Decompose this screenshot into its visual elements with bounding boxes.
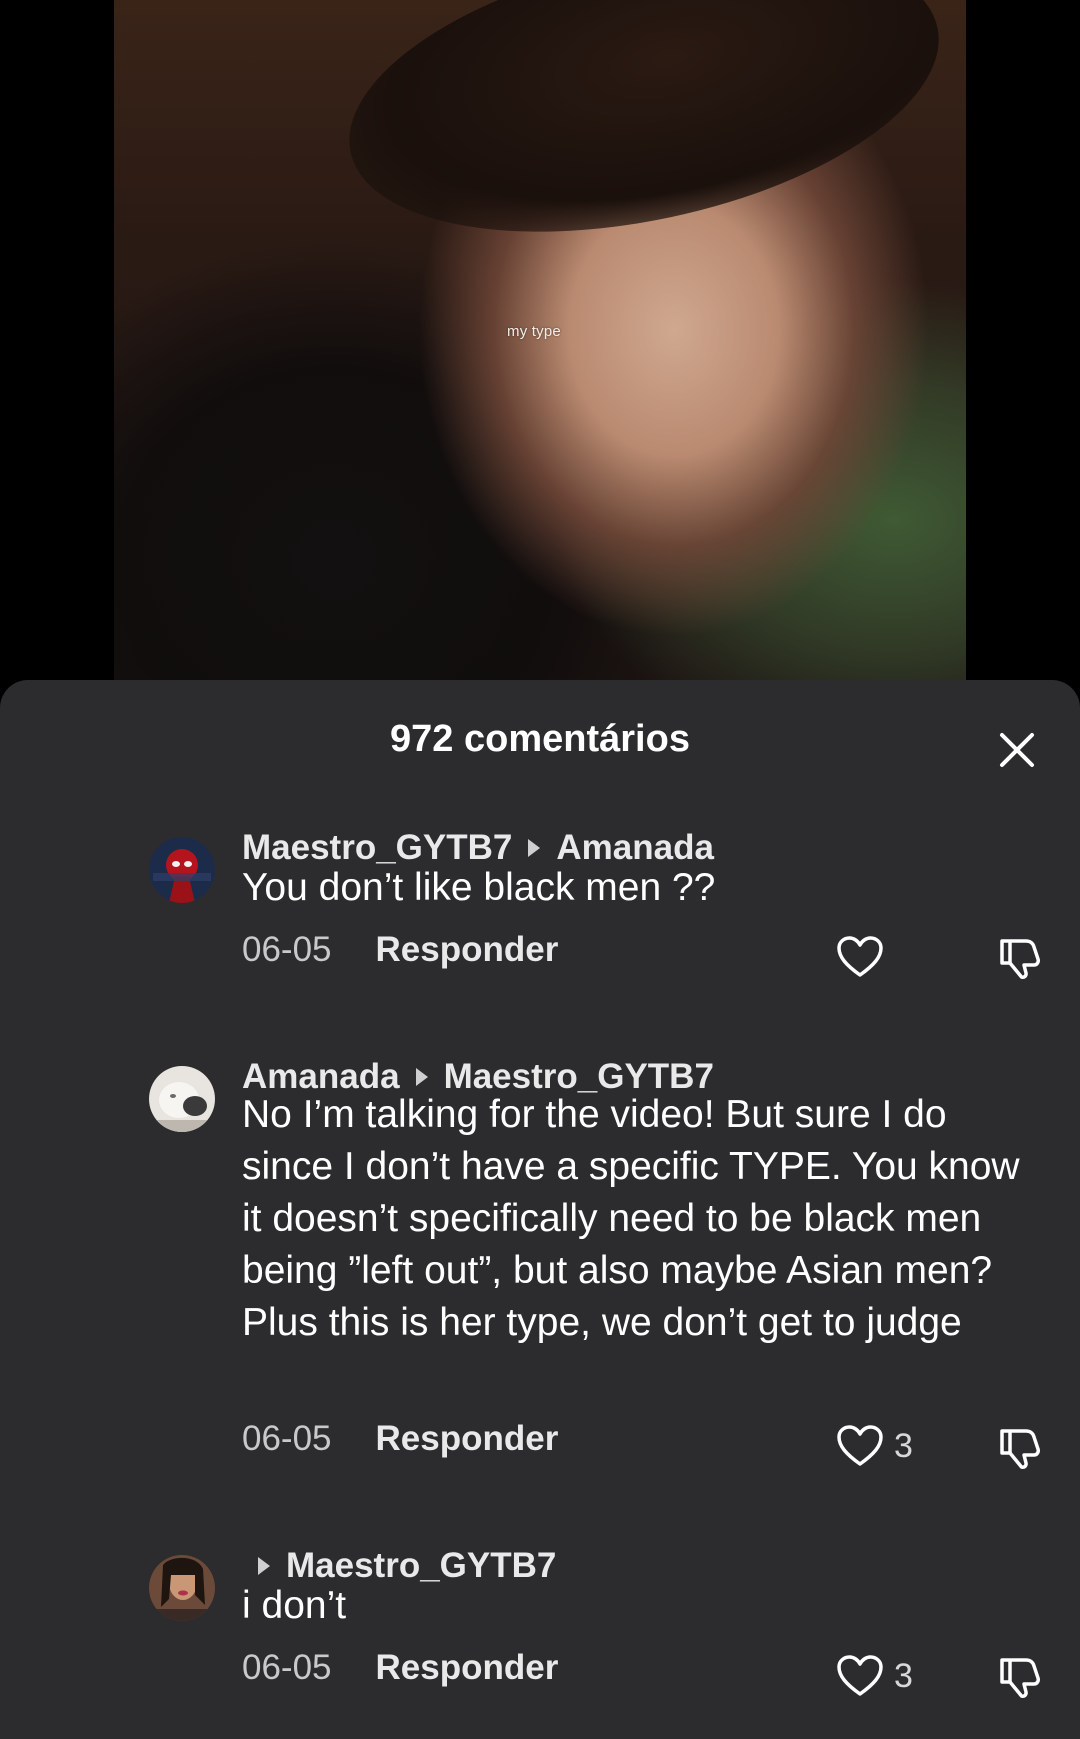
like-count: 3 xyxy=(894,1656,913,1695)
reply-arrow-icon xyxy=(528,839,541,857)
close-icon xyxy=(1000,733,1034,767)
dislike-button[interactable] xyxy=(996,933,1044,986)
comment-meta: 06-05 Responder xyxy=(242,930,558,970)
avatar[interactable] xyxy=(149,1066,215,1132)
heart-icon xyxy=(837,1425,883,1466)
like-count: 3 xyxy=(894,1426,913,1465)
comment-text: i don’t xyxy=(242,1584,347,1627)
avatar[interactable] xyxy=(149,837,215,903)
like-button[interactable] xyxy=(836,935,894,979)
avatar[interactable] xyxy=(149,1555,215,1621)
comments-sheet: 972 comentários Maestro_GYTB7 Amanada Yo… xyxy=(0,680,1080,1739)
comment-text: No I’m talking for the video! But sure I… xyxy=(242,1093,1020,1344)
reply-button[interactable]: Responder xyxy=(376,930,559,970)
comment-meta: 06-05 Responder xyxy=(242,1648,558,1688)
comments-count-title: 972 comentários xyxy=(390,718,690,760)
heart-icon xyxy=(837,936,883,977)
reply-button[interactable]: Responder xyxy=(376,1648,559,1688)
close-button[interactable] xyxy=(992,725,1042,775)
video-caption: my type xyxy=(507,323,561,340)
heart-icon xyxy=(837,1655,883,1696)
comment-date: 06-05 xyxy=(242,1419,332,1458)
dislike-button[interactable] xyxy=(996,1652,1044,1705)
video-frame-detail xyxy=(323,0,965,280)
reply-arrow-icon xyxy=(258,1557,270,1575)
comments-header: 972 comentários xyxy=(0,680,1080,800)
video-player[interactable]: my type xyxy=(114,0,966,680)
comment-date: 06-05 xyxy=(242,930,332,969)
reply-button[interactable]: Responder xyxy=(376,1419,559,1459)
like-button[interactable]: 3 xyxy=(836,1424,913,1468)
reply-arrow-icon xyxy=(415,1068,428,1086)
like-button[interactable]: 3 xyxy=(836,1654,913,1698)
dislike-button[interactable] xyxy=(996,1423,1044,1476)
comment-date: 06-05 xyxy=(242,1648,332,1687)
thumbs-down-icon xyxy=(1000,1429,1040,1469)
comment-meta: 06-05 Responder xyxy=(242,1419,558,1459)
thumbs-down-icon xyxy=(1000,1658,1040,1698)
thumbs-down-icon xyxy=(1000,939,1040,979)
comment-text: You don’t like black men ?? xyxy=(242,866,716,909)
